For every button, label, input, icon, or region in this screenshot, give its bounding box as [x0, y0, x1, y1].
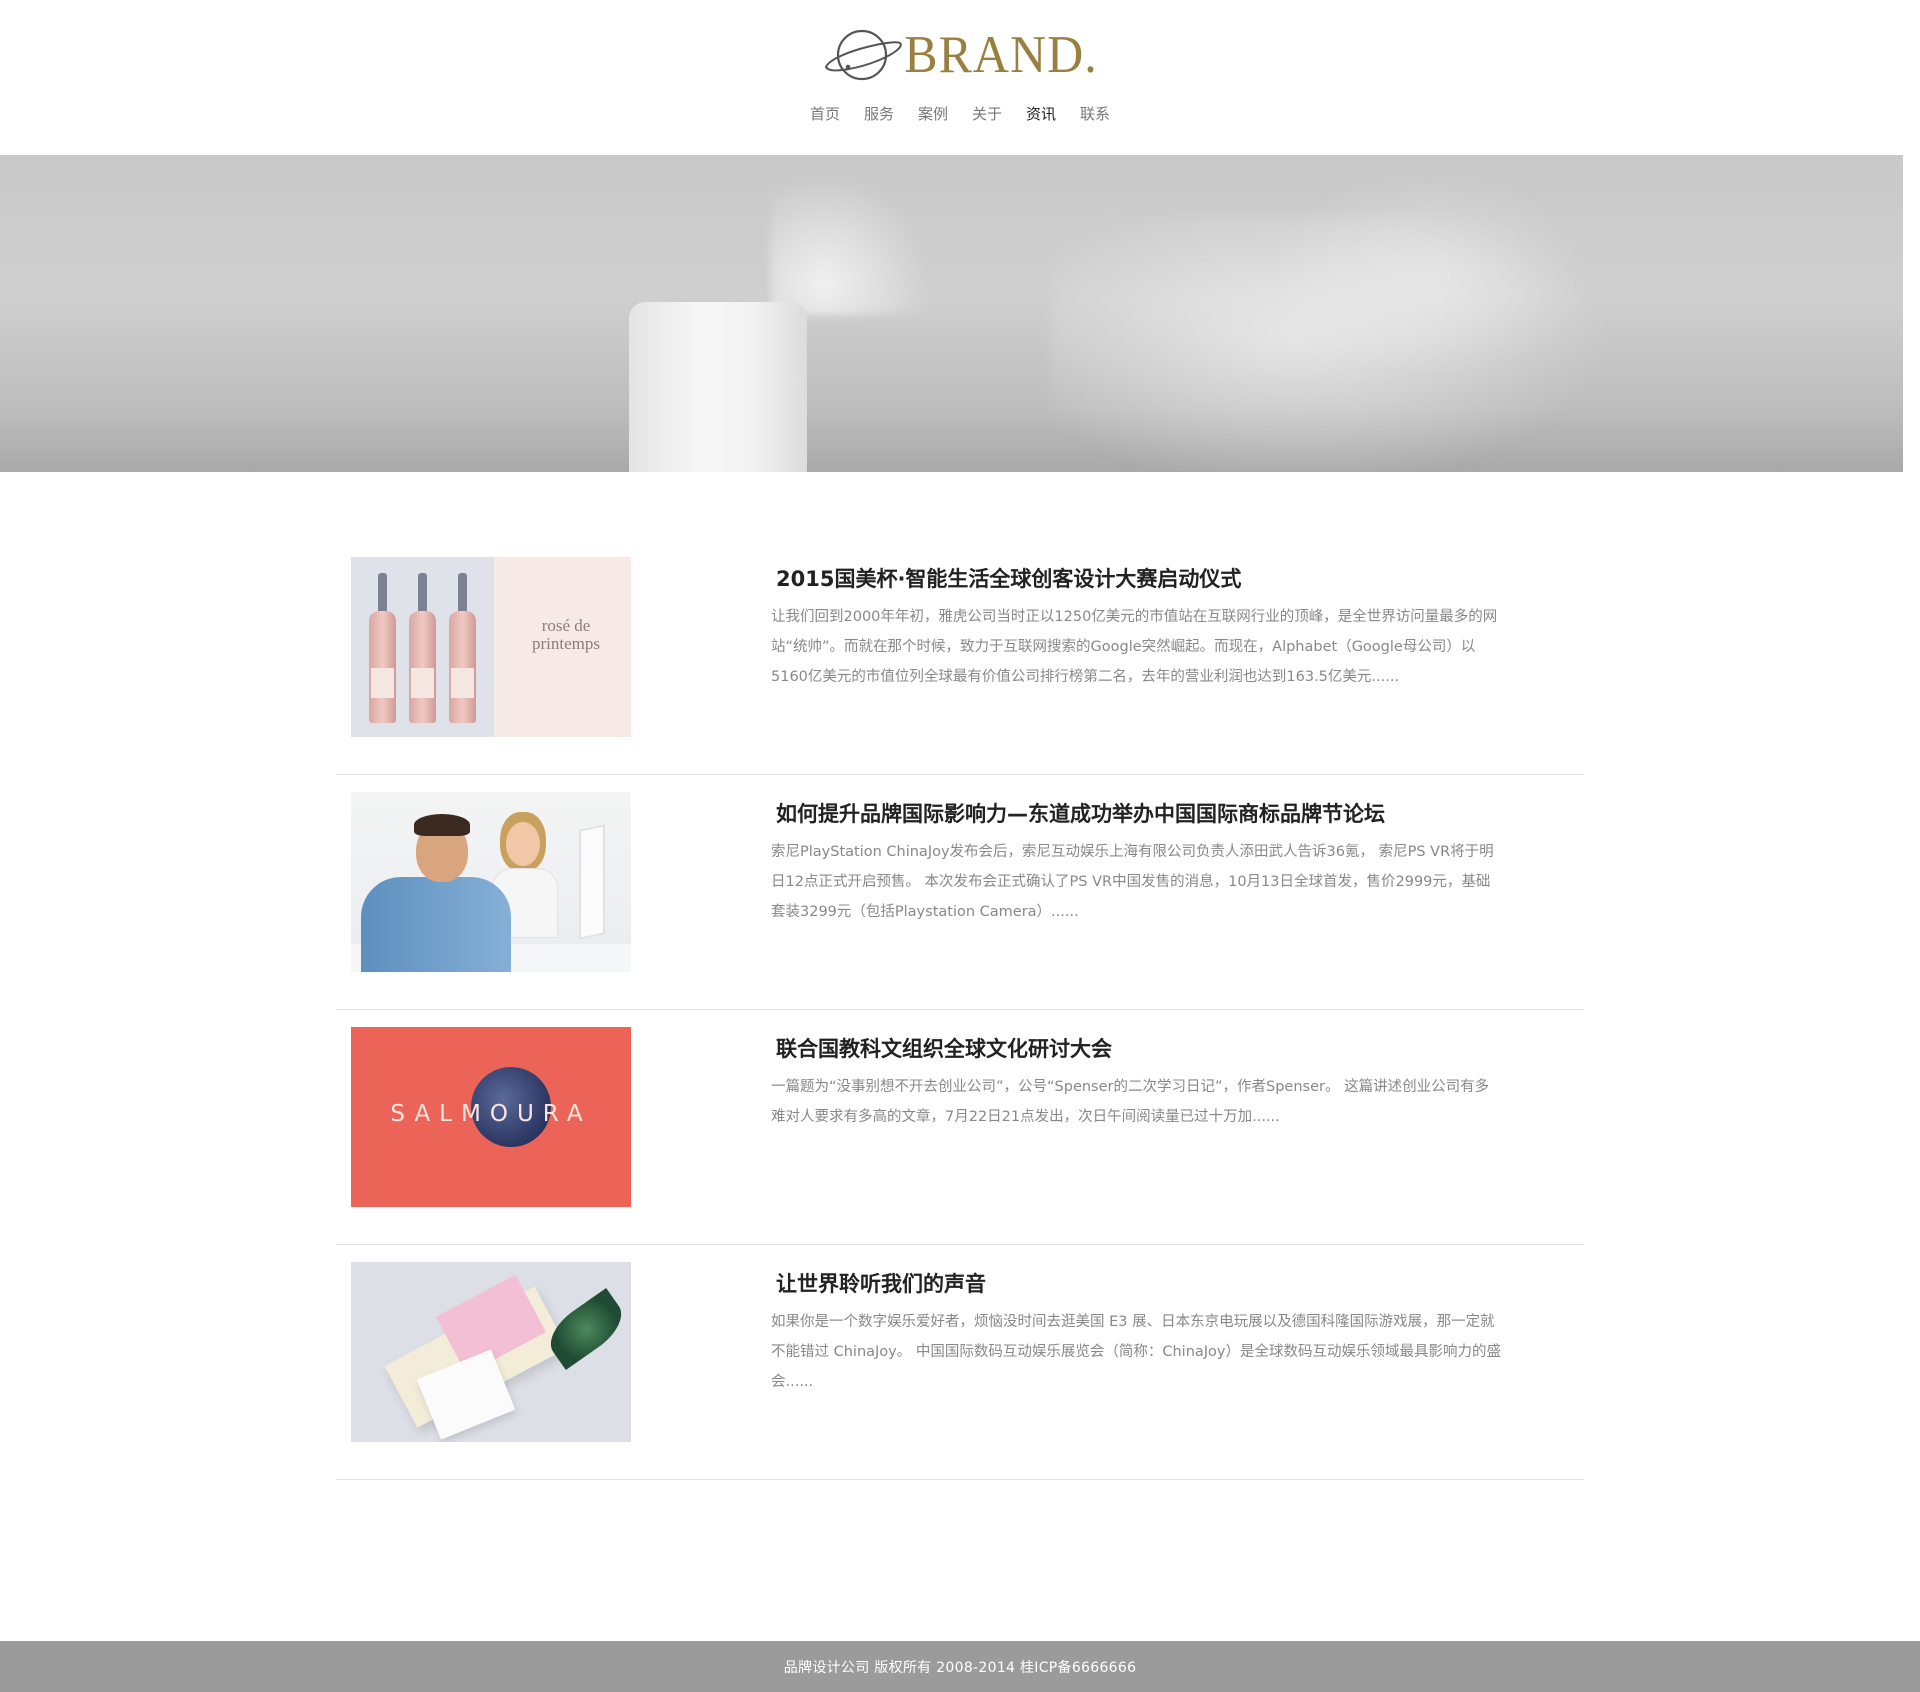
- nav-item-cases[interactable]: 案例: [906, 103, 960, 125]
- steam-decoration: [770, 155, 950, 315]
- leaf-illustration: [540, 1288, 631, 1370]
- hero-banner-image: [0, 155, 1903, 472]
- news-summary: 一篇题为“没事别想不开去创业公司”，公号“Spenser的二次学习日记”，作者S…: [771, 1079, 1490, 1125]
- brand-name: BRAND.: [904, 24, 1098, 84]
- nav-item-about[interactable]: 关于: [960, 103, 1014, 125]
- wine-bottle: [369, 573, 396, 723]
- nav-item-services[interactable]: 服务: [852, 103, 906, 125]
- thumbnail-caption: rosé de printemps: [532, 616, 600, 653]
- brand-logo[interactable]: BRAND.: [0, 18, 1920, 90]
- thumbnail-caption: SALMOURA: [390, 1101, 592, 1127]
- news-thumbnail[interactable]: [351, 1262, 631, 1442]
- wine-bottle: [409, 573, 436, 723]
- news-summary: 如果你是一个数字娱乐爱好者，烦恼没时间去逛美国 E3 展、日本东京电玩展以及德国…: [771, 1314, 1502, 1390]
- nav-item-news[interactable]: 资讯: [1014, 103, 1068, 125]
- planet-ring-icon: [825, 29, 903, 81]
- news-thumbnail[interactable]: SALMOURA: [351, 1027, 631, 1207]
- news-summary: 让我们回到2000年年初，雅虎公司当时正以1250亿美元的市值站在互联网行业的顶…: [771, 609, 1498, 685]
- site-footer: 品牌设计公司 版权所有 2008-2014 桂ICP备6666666: [0, 1641, 1920, 1692]
- news-list: rosé de printemps 2015国美杯·智能生活全球创客设计大赛启动…: [336, 540, 1584, 1480]
- news-title[interactable]: 2015国美杯·智能生活全球创客设计大赛启动仪式: [776, 564, 1241, 594]
- copyright-text: 品牌设计公司 版权所有 2008-2014 桂ICP备6666666: [783, 1659, 1137, 1676]
- site-header: BRAND. 首页 服务 案例 关于 资讯 联系: [0, 0, 1920, 155]
- smoke-decoration: [1050, 215, 1670, 472]
- news-item[interactable]: SALMOURA 联合国教科文组织全球文化研讨大会 一篇题为“没事别想不开去创业…: [336, 1010, 1584, 1245]
- news-title[interactable]: 联合国教科文组织全球文化研讨大会: [776, 1034, 1112, 1064]
- news-summary: 索尼PlayStation ChinaJoy发布会后，索尼互动娱乐上海有限公司负…: [771, 844, 1494, 920]
- news-title[interactable]: 如何提升品牌国际影响力—东道成功举办中国国际商标品牌节论坛: [776, 799, 1385, 829]
- monitor-shape: [579, 824, 605, 940]
- news-item[interactable]: 如何提升品牌国际影响力—东道成功举办中国国际商标品牌节论坛 索尼PlayStat…: [336, 775, 1584, 1010]
- main-nav: 首页 服务 案例 关于 资讯 联系: [0, 103, 1920, 125]
- news-thumbnail[interactable]: rosé de printemps: [351, 557, 631, 737]
- news-item[interactable]: rosé de printemps 2015国美杯·智能生活全球创客设计大赛启动…: [336, 540, 1584, 775]
- diffuser-image: [629, 302, 807, 472]
- news-thumbnail[interactable]: [351, 792, 631, 972]
- person-man: [361, 812, 511, 972]
- nav-item-home[interactable]: 首页: [798, 103, 852, 125]
- news-item[interactable]: 让世界聆听我们的声音 如果你是一个数字娱乐爱好者，烦恼没时间去逛美国 E3 展、…: [336, 1245, 1584, 1480]
- wine-bottle: [449, 573, 476, 723]
- news-title[interactable]: 让世界聆听我们的声音: [776, 1269, 986, 1299]
- nav-item-contact[interactable]: 联系: [1068, 103, 1122, 125]
